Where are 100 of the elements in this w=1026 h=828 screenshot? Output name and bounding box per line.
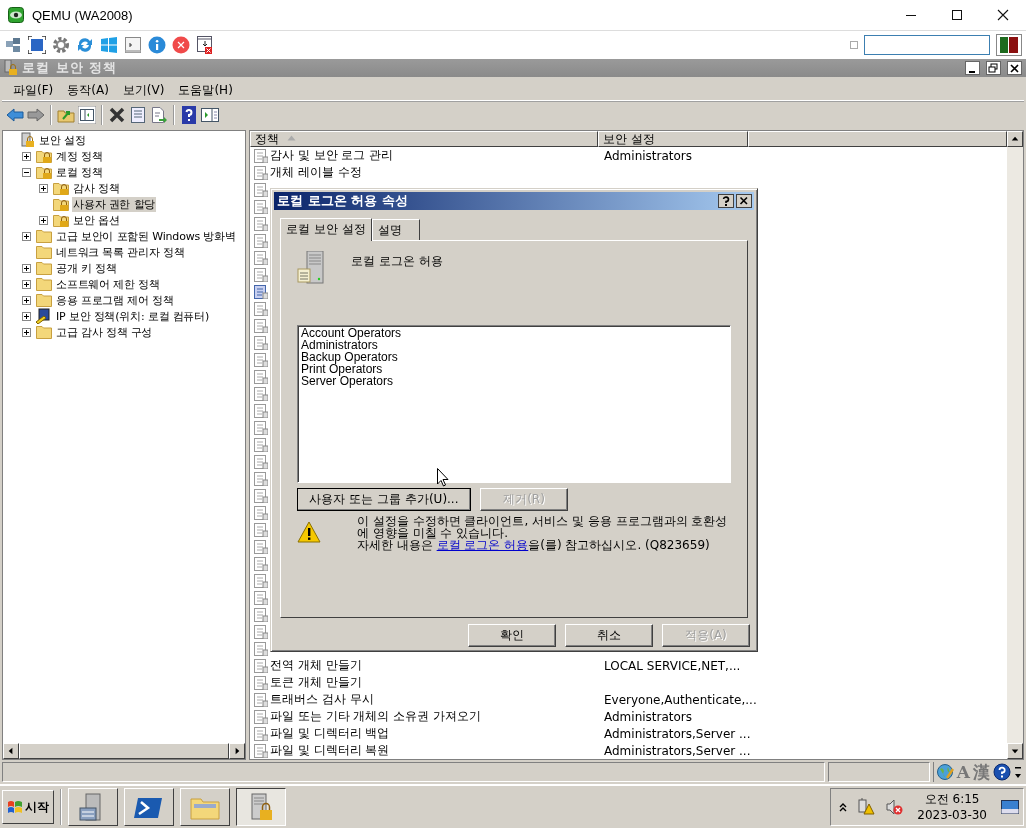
key-icon[interactable]: [124, 36, 142, 54]
tree-item[interactable]: 보안 옵션: [72, 212, 121, 228]
close-icon[interactable]: [1007, 61, 1022, 75]
help-icon[interactable]: [718, 194, 734, 208]
policy-name[interactable]: 파일 및 디렉터리 백업: [270, 725, 604, 742]
clock[interactable]: 오전 6:15 2023-03-30: [913, 791, 991, 823]
start-button[interactable]: 시작: [2, 790, 54, 824]
security-setting: Everyone,Authenticate,...: [604, 692, 757, 707]
button[interactable]: 취소: [565, 624, 653, 647]
menu-item[interactable]: 도움말(H): [171, 81, 240, 99]
folder-icon: [36, 228, 52, 244]
policy-name[interactable]: 토큰 개체 만들기: [270, 674, 604, 691]
menu-item[interactable]: 동작(A): [60, 81, 116, 99]
vertical-scrollbar[interactable]: [1007, 131, 1023, 759]
scroll-down-icon[interactable]: [1007, 743, 1023, 759]
policy-name[interactable]: 트래버스 검사 무시: [270, 691, 604, 708]
help-icon[interactable]: [993, 763, 1011, 781]
list-item[interactable]: Account Operators: [301, 327, 727, 339]
expand-icon[interactable]: [22, 327, 31, 337]
tree-item[interactable]: 고급 보안이 포함된 Windows 방화벽: [55, 228, 237, 244]
help-icon[interactable]: [180, 106, 198, 124]
tree-item[interactable]: 보안 설정: [38, 132, 87, 148]
search-field[interactable]: [864, 35, 990, 55]
button[interactable]: 확인: [468, 624, 556, 647]
tree-item[interactable]: 네트워크 목록 관리자 정책: [55, 244, 186, 260]
policy-icon: [254, 165, 268, 180]
settings-icon[interactable]: [52, 36, 70, 54]
refresh-icon[interactable]: [76, 36, 94, 54]
scroll-up-icon[interactable]: [1007, 131, 1023, 147]
windows-icon[interactable]: [100, 36, 118, 54]
folder-icon: [36, 276, 52, 292]
policy-title: 로컬 로그온 허용: [351, 253, 443, 270]
list-item[interactable]: Print Operators: [301, 363, 727, 375]
chevron-up-icon[interactable]: [839, 802, 848, 812]
folder-icon: [36, 260, 52, 276]
tree-item[interactable]: 계정 정책: [55, 148, 104, 164]
globe-icon[interactable]: [935, 763, 954, 781]
scroll-left-icon[interactable]: [3, 743, 19, 759]
policy-name[interactable]: 파일 또는 기타 개체의 소유권 가져오기: [270, 708, 604, 725]
lock-server-icon: [4, 60, 18, 76]
expand-icon[interactable]: [39, 215, 48, 225]
taskbar-button[interactable]: [236, 788, 286, 826]
expand-icon[interactable]: [22, 263, 31, 273]
show-desktop-icon[interactable]: [1001, 800, 1019, 814]
back-icon[interactable]: [6, 106, 24, 124]
close-icon[interactable]: [736, 194, 752, 208]
tree-item[interactable]: 공개 키 정책: [55, 260, 118, 276]
member-list[interactable]: Account Operators Administrators Backup Operators Print Operators Server Operators: [297, 325, 731, 483]
list-item[interactable]: Server Operators: [301, 375, 727, 387]
minimize-icon[interactable]: [965, 61, 980, 75]
export-icon[interactable]: [150, 106, 168, 124]
button[interactable]: 사용자 또는 그룹 추가(U)...: [297, 488, 471, 511]
tree-item[interactable]: 고급 감사 정책 구성: [55, 324, 154, 340]
tree-item[interactable]: 감사 정책: [72, 180, 121, 196]
expand-icon[interactable]: [39, 183, 48, 193]
collapse-icon[interactable]: [22, 167, 31, 177]
tree-item[interactable]: 응용 프로그램 제어 정책: [55, 292, 175, 308]
action-pane-icon[interactable]: [201, 106, 219, 124]
security-setting: Administrators,Server ...: [604, 726, 751, 741]
warning-icon: [297, 521, 321, 543]
info-text: 자세한 내용은 로컬 로그온 허용을(를) 참고하십시오. (Q823659): [357, 539, 711, 551]
tab[interactable]: 설명: [371, 219, 420, 240]
dialog-title: 로컬 로그온 허용 속성: [277, 192, 408, 210]
stop-icon[interactable]: [172, 36, 190, 54]
forward-icon[interactable]: [27, 106, 45, 124]
info-icon[interactable]: [148, 36, 166, 54]
menu-item[interactable]: 보기(V): [115, 81, 172, 99]
tree-pane-icon[interactable]: [78, 106, 96, 124]
restore-icon[interactable]: [986, 61, 1001, 75]
list-item[interactable]: Backup Operators: [301, 351, 727, 363]
delete-icon[interactable]: [108, 106, 126, 124]
tree-item[interactable]: 사용자 권한 할당: [72, 196, 157, 212]
tree-item[interactable]: IP 보안 정책(위치: 로컬 컴퓨터): [55, 308, 211, 324]
expand-icon[interactable]: [22, 279, 31, 289]
tab[interactable]: 로컬 보안 설정: [280, 218, 372, 241]
column-header[interactable]: 정책: [250, 131, 598, 147]
policy-name[interactable]: 전역 개체 만들기: [270, 657, 604, 674]
fullscreen-icon[interactable]: [28, 36, 46, 54]
tree-item[interactable]: 소프트웨어 제한 정책: [55, 276, 161, 292]
policy-link[interactable]: 로컬 로그온 허용: [436, 538, 529, 552]
expand-icon[interactable]: [22, 151, 31, 161]
policy-name[interactable]: 감사 및 보안 로그 관리: [270, 147, 604, 164]
list-item[interactable]: Administrators: [301, 339, 727, 351]
clock-time: 오전 6:15: [923, 791, 981, 807]
server-icon: [297, 251, 325, 285]
properties-icon[interactable]: [129, 106, 147, 124]
scroll-right-icon[interactable]: [229, 743, 245, 759]
expand-icon[interactable]: [22, 295, 31, 305]
column-header[interactable]: [748, 131, 1007, 147]
expand-icon[interactable]: [22, 231, 31, 241]
menu-item[interactable]: 파일(F): [6, 81, 61, 99]
policy-name[interactable]: 개체 레이블 수정: [270, 164, 604, 181]
speaker-muted-icon[interactable]: [885, 798, 904, 816]
window-icon[interactable]: [196, 36, 214, 54]
expand-icon[interactable]: [22, 311, 31, 321]
tree-item[interactable]: 로컬 정책: [55, 164, 104, 180]
column-header[interactable]: 보안 설정: [598, 131, 748, 147]
network-icon[interactable]: [4, 36, 22, 54]
policy-name[interactable]: 파일 및 디렉터리 복원: [270, 742, 604, 759]
network-warning-icon[interactable]: [857, 798, 876, 816]
